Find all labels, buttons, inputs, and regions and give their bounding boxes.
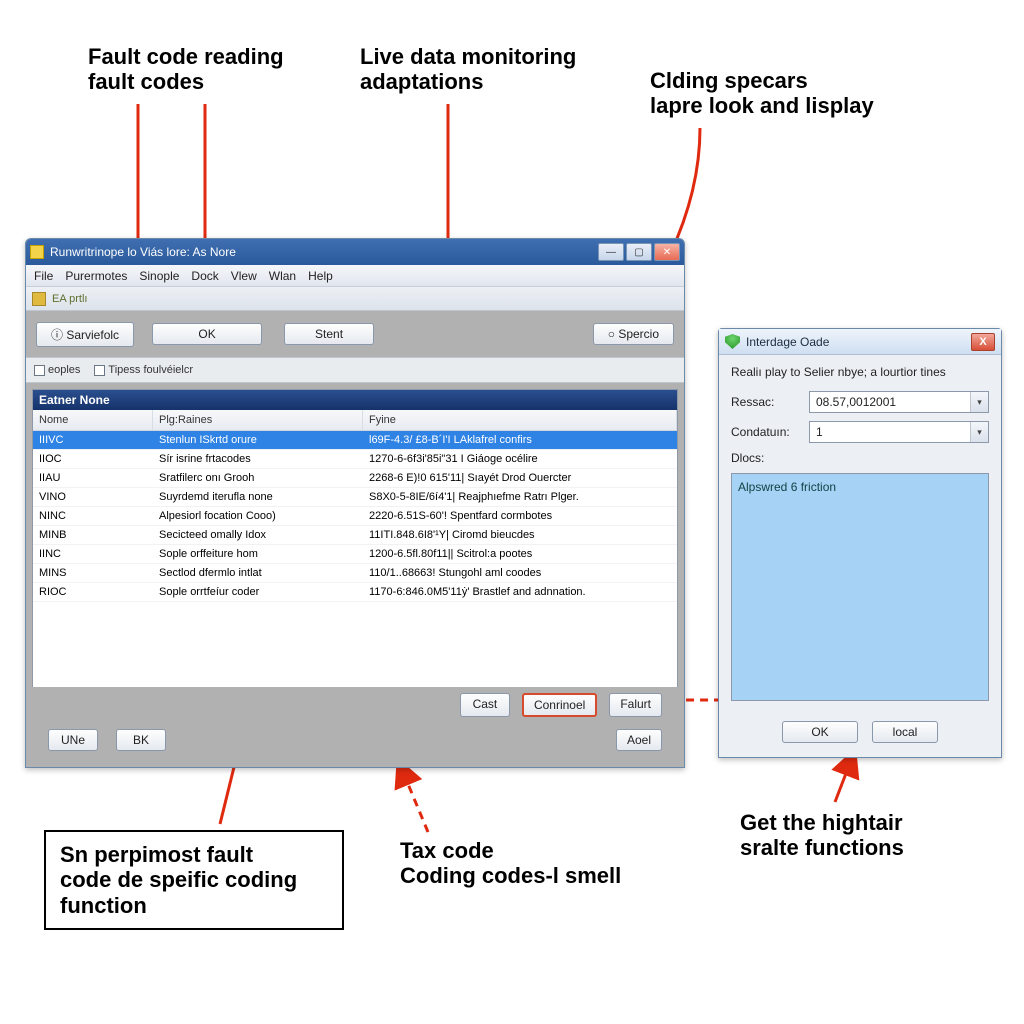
ok-button-main[interactable]: OK [152, 323, 262, 345]
col-name[interactable]: Nome [33, 410, 153, 430]
dlocs-label: Dlocs: [731, 451, 989, 465]
shield-icon [725, 334, 740, 349]
dialog-local-button[interactable]: local [872, 721, 938, 743]
bottom-button-area: Cast Conrinoel Falurt UNe BK Aoel [26, 687, 684, 757]
table-row[interactable]: MINSSectlod dfermlo intlat110/1..68663! … [33, 564, 677, 583]
col-plg[interactable]: Plg:Raines [153, 410, 363, 430]
dialog-titlebar[interactable]: Interdage Oade X [719, 329, 1001, 355]
menu-help[interactable]: Help [308, 269, 333, 283]
data-panel: Eatner None Nome Plg:Raines Fyine IIIVCS… [32, 389, 678, 713]
menu-view[interactable]: Vlew [231, 269, 257, 283]
ressac-combo[interactable]: 08.57,0012001 ▾ [809, 391, 989, 413]
minimize-button[interactable]: — [598, 243, 624, 261]
une-button[interactable]: UNe [48, 729, 98, 751]
dlocs-list[interactable]: Alpswred 6 friction [731, 473, 989, 701]
table-row[interactable]: NINCAlpesiorl focation Cooo)2220-6.51S-6… [33, 507, 677, 526]
condatun-value: 1 [810, 425, 970, 439]
maximize-button[interactable]: ▢ [626, 243, 652, 261]
menubar: File Purermotes Sinople Dock Vlew Wlan H… [26, 265, 684, 287]
dialog-message: Realiı play to Selier nbye; a lourtior t… [731, 365, 989, 379]
table-row[interactable]: IIAUSratfilerc onı Grooh2268-6 E)!0 615'… [33, 469, 677, 488]
menu-file[interactable]: File [34, 269, 53, 283]
col-fyne[interactable]: Fyine [363, 410, 677, 430]
annotation-clding: Clding specars lapre look and lisplay [650, 68, 874, 119]
annotation-tax-code: Tax code Coding codes-l smell [400, 838, 621, 889]
main-window: Runwritrinope lo Viás lore: As Nore — ▢ … [25, 238, 685, 768]
conrinoel-button[interactable]: Conrinoel [522, 693, 597, 717]
toolbar-icon[interactable] [32, 292, 46, 306]
ressac-value: 08.57,0012001 [810, 395, 970, 409]
bk-button[interactable]: BK [116, 729, 166, 751]
ressac-label: Ressac: [731, 395, 803, 409]
table-row[interactable]: VINOSuyrdemd iterufla noneS8X0-5-8IE/6í4… [33, 488, 677, 507]
table-row[interactable]: MINBSecicteed omally Idox11ITI.848.6I8'¹… [33, 526, 677, 545]
condatun-label: Condatuın: [731, 425, 803, 439]
table-row[interactable]: IINCSople orffeiture hom1200-6.5fl.80f11… [33, 545, 677, 564]
table-body: IIIVCStenlun ISkrtd orurel69F-4.3/ £8-B´… [33, 431, 677, 712]
table-row[interactable]: RIOCSople orrtfeíur coder1170-6:846.0M5'… [33, 583, 677, 602]
menu-purermotes[interactable]: Purermotes [65, 269, 127, 283]
chevron-down-icon[interactable]: ▾ [970, 422, 988, 442]
annotation-live-data: Live data monitoring adaptations [360, 44, 576, 95]
falurt-button[interactable]: Falurt [609, 693, 662, 717]
annotation-specific-coding-box: Sn perpimost fault code de speific codin… [44, 830, 344, 930]
window-title: Runwritrinope lo Viás lore: As Nore [50, 245, 598, 259]
condatun-combo[interactable]: 1 ▾ [809, 421, 989, 443]
spercio-button[interactable]: ○ Spercio [593, 323, 674, 345]
savefoc-button[interactable]: ⓘ Sarviefolc [36, 322, 134, 347]
close-button[interactable]: ✕ [654, 243, 680, 261]
menu-wlan[interactable]: Wlan [269, 269, 296, 283]
checkbox-row: eoples Tipess foulvéielcr [26, 357, 684, 383]
chevron-down-icon[interactable]: ▾ [970, 392, 988, 412]
dialog-window: Interdage Oade X Realiı play to Selier n… [718, 328, 1002, 758]
app-icon [30, 245, 44, 259]
dialog-title: Interdage Oade [746, 335, 971, 349]
table-row[interactable]: IIIVCStenlun ISkrtd orurel69F-4.3/ £8-B´… [33, 431, 677, 450]
annotation-fault-codes: Fault code reading fault codes [88, 44, 284, 95]
check-tipess[interactable]: Tipess foulvéielcr [94, 364, 193, 376]
list-item[interactable]: Alpswred 6 friction [738, 480, 982, 494]
button-row: ⓘ Sarviefolc OK Stent ○ Spercio [26, 311, 684, 357]
cast-button[interactable]: Cast [460, 693, 510, 717]
table-header: Nome Plg:Raines Fyine [33, 410, 677, 431]
menu-sinople[interactable]: Sinople [139, 269, 179, 283]
dialog-ok-button[interactable]: OK [782, 721, 858, 743]
menu-dock[interactable]: Dock [191, 269, 218, 283]
toolbar-tab-label[interactable]: EA prtlı [52, 293, 87, 305]
table-row[interactable]: IIOCSír isrine frtacodes1270-6-6f3i'85i"… [33, 450, 677, 469]
dialog-close-button[interactable]: X [971, 333, 995, 351]
titlebar[interactable]: Runwritrinope lo Viás lore: As Nore — ▢ … [26, 239, 684, 265]
stent-button[interactable]: Stent [284, 323, 374, 345]
annotation-get-functions: Get the hightair sralte functions [740, 810, 904, 861]
aoel-button[interactable]: Aoel [616, 729, 662, 751]
toolbar: EA prtlı [26, 287, 684, 311]
check-eoples[interactable]: eoples [34, 364, 80, 376]
panel-header: Eatner None [33, 390, 677, 410]
